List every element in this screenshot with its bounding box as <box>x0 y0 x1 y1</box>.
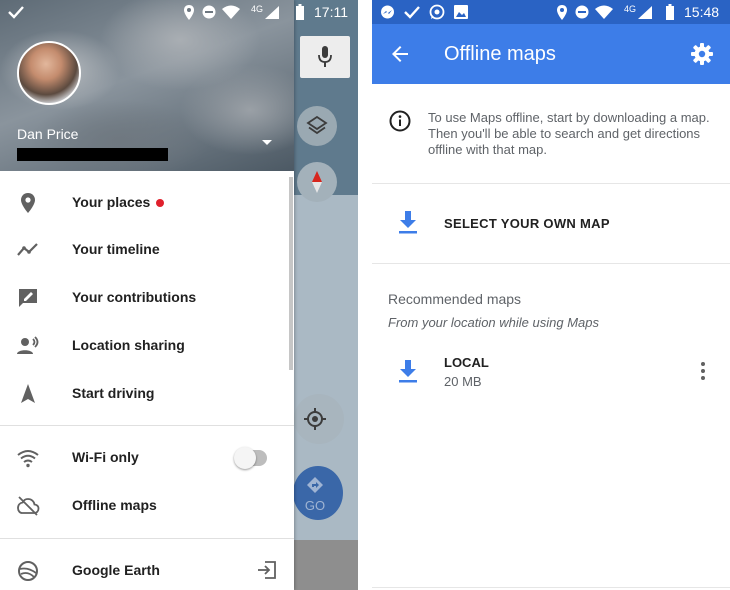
app-bar: Offline maps <box>372 24 730 84</box>
drawer-header: Dan Price <box>0 0 294 171</box>
menu-item-wifi-only[interactable]: Wi-Fi only <box>0 435 294 481</box>
google-earth-icon <box>18 561 38 581</box>
status-bar: 4G 17:11 <box>0 0 358 24</box>
wifi-icon <box>17 450 39 468</box>
notification-dot <box>156 199 164 207</box>
menu-label: Your contributions <box>72 289 197 305</box>
battery-icon <box>296 4 304 20</box>
section-divider <box>372 263 730 264</box>
battery-icon <box>666 4 674 20</box>
wifi-only-toggle-knob[interactable] <box>234 447 256 469</box>
image-notification-icon <box>454 5 468 19</box>
menu-label: Google Earth <box>72 562 160 578</box>
map-area-bottom <box>294 540 358 590</box>
wifi-signal-icon <box>222 5 240 19</box>
menu-label: Location sharing <box>72 337 185 353</box>
recommended-maps-subtitle: From your location while using Maps <box>388 315 599 330</box>
page-title: Offline maps <box>444 43 556 65</box>
menu-item-location-sharing[interactable]: Location sharing <box>0 323 294 369</box>
timeline-icon <box>17 243 38 256</box>
redacted-email <box>17 148 168 161</box>
menu-label: Wi-Fi only <box>72 449 139 465</box>
directions-icon <box>307 477 323 493</box>
network-type: 4G <box>251 4 264 14</box>
contributions-icon <box>19 289 37 307</box>
status-time: 17:11 <box>314 4 348 20</box>
messenger-icon <box>381 5 394 19</box>
bottom-divider <box>372 587 730 588</box>
do-not-disturb-icon <box>575 5 589 19</box>
right-phone-screen: 4G 15:48 Offline maps To use Maps offlin… <box>372 0 730 590</box>
cell-signal-icon <box>265 6 279 19</box>
go-label: GO <box>304 498 326 513</box>
layers-icon <box>306 115 328 135</box>
select-your-own-map-button[interactable]: SELECT YOUR OWN MAP <box>372 184 730 262</box>
cloud-off-icon <box>17 496 40 516</box>
menu-item-start-driving[interactable]: Start driving <box>0 371 294 417</box>
offline-info-row: To use Maps offline, start by downloadin… <box>372 96 730 182</box>
whatsapp-icon <box>429 4 445 20</box>
menu-label: Your places <box>72 194 151 210</box>
recommended-map-item[interactable]: LOCAL 20 MB <box>372 342 730 402</box>
more-vert-icon[interactable] <box>698 360 708 382</box>
download-icon[interactable] <box>397 359 419 383</box>
map-size: 20 MB <box>444 374 482 389</box>
place-pin-icon <box>21 193 35 213</box>
check-notification-icon <box>404 6 420 19</box>
download-icon <box>399 211 417 234</box>
menu-item-offline-maps[interactable]: Offline maps <box>0 483 294 529</box>
open-external-icon <box>258 561 276 579</box>
avatar[interactable] <box>17 41 81 105</box>
location-status-icon <box>557 5 567 20</box>
location-sharing-icon <box>17 336 39 354</box>
menu-divider <box>0 425 294 426</box>
account-dropdown-icon[interactable] <box>261 139 273 147</box>
check-notification-icon <box>8 6 24 19</box>
select-map-label: SELECT YOUR OWN MAP <box>444 216 610 231</box>
do-not-disturb-icon <box>202 5 216 19</box>
menu-item-your-contributions[interactable]: Your contributions <box>0 275 294 321</box>
menu-label: Start driving <box>72 385 155 401</box>
menu-divider <box>0 538 294 539</box>
offline-info-text: To use Maps offline, start by downloadin… <box>428 110 710 157</box>
wifi-signal-icon <box>595 5 613 19</box>
menu-item-google-earth[interactable]: Google Earth <box>0 548 294 590</box>
microphone-icon[interactable] <box>318 46 332 68</box>
account-name: Dan Price <box>17 126 79 142</box>
location-status-icon <box>184 5 194 20</box>
drawer-scrollbar[interactable] <box>289 177 293 370</box>
menu-label: Offline maps <box>72 497 157 513</box>
network-type: 4G <box>624 4 637 14</box>
back-arrow-icon[interactable] <box>388 42 412 66</box>
navigation-arrow-icon <box>21 384 35 403</box>
menu-item-your-places[interactable]: Your places <box>0 180 294 226</box>
left-phone-screen: GO Dan Price Your places Your timeline Y… <box>0 0 358 590</box>
compass-icon <box>312 171 322 193</box>
status-bar: 4G 15:48 <box>372 0 730 24</box>
menu-item-your-timeline[interactable]: Your timeline <box>0 227 294 273</box>
settings-gear-icon[interactable] <box>690 42 714 66</box>
cell-signal-icon <box>638 6 652 19</box>
map-name: LOCAL <box>444 355 489 370</box>
my-location-icon <box>304 408 326 430</box>
status-time: 15:48 <box>684 4 720 20</box>
navigation-drawer: Dan Price Your places Your timeline Your… <box>0 0 294 590</box>
menu-label: Your timeline <box>72 241 160 257</box>
recommended-maps-heading: Recommended maps <box>388 291 522 307</box>
info-icon <box>389 110 411 132</box>
